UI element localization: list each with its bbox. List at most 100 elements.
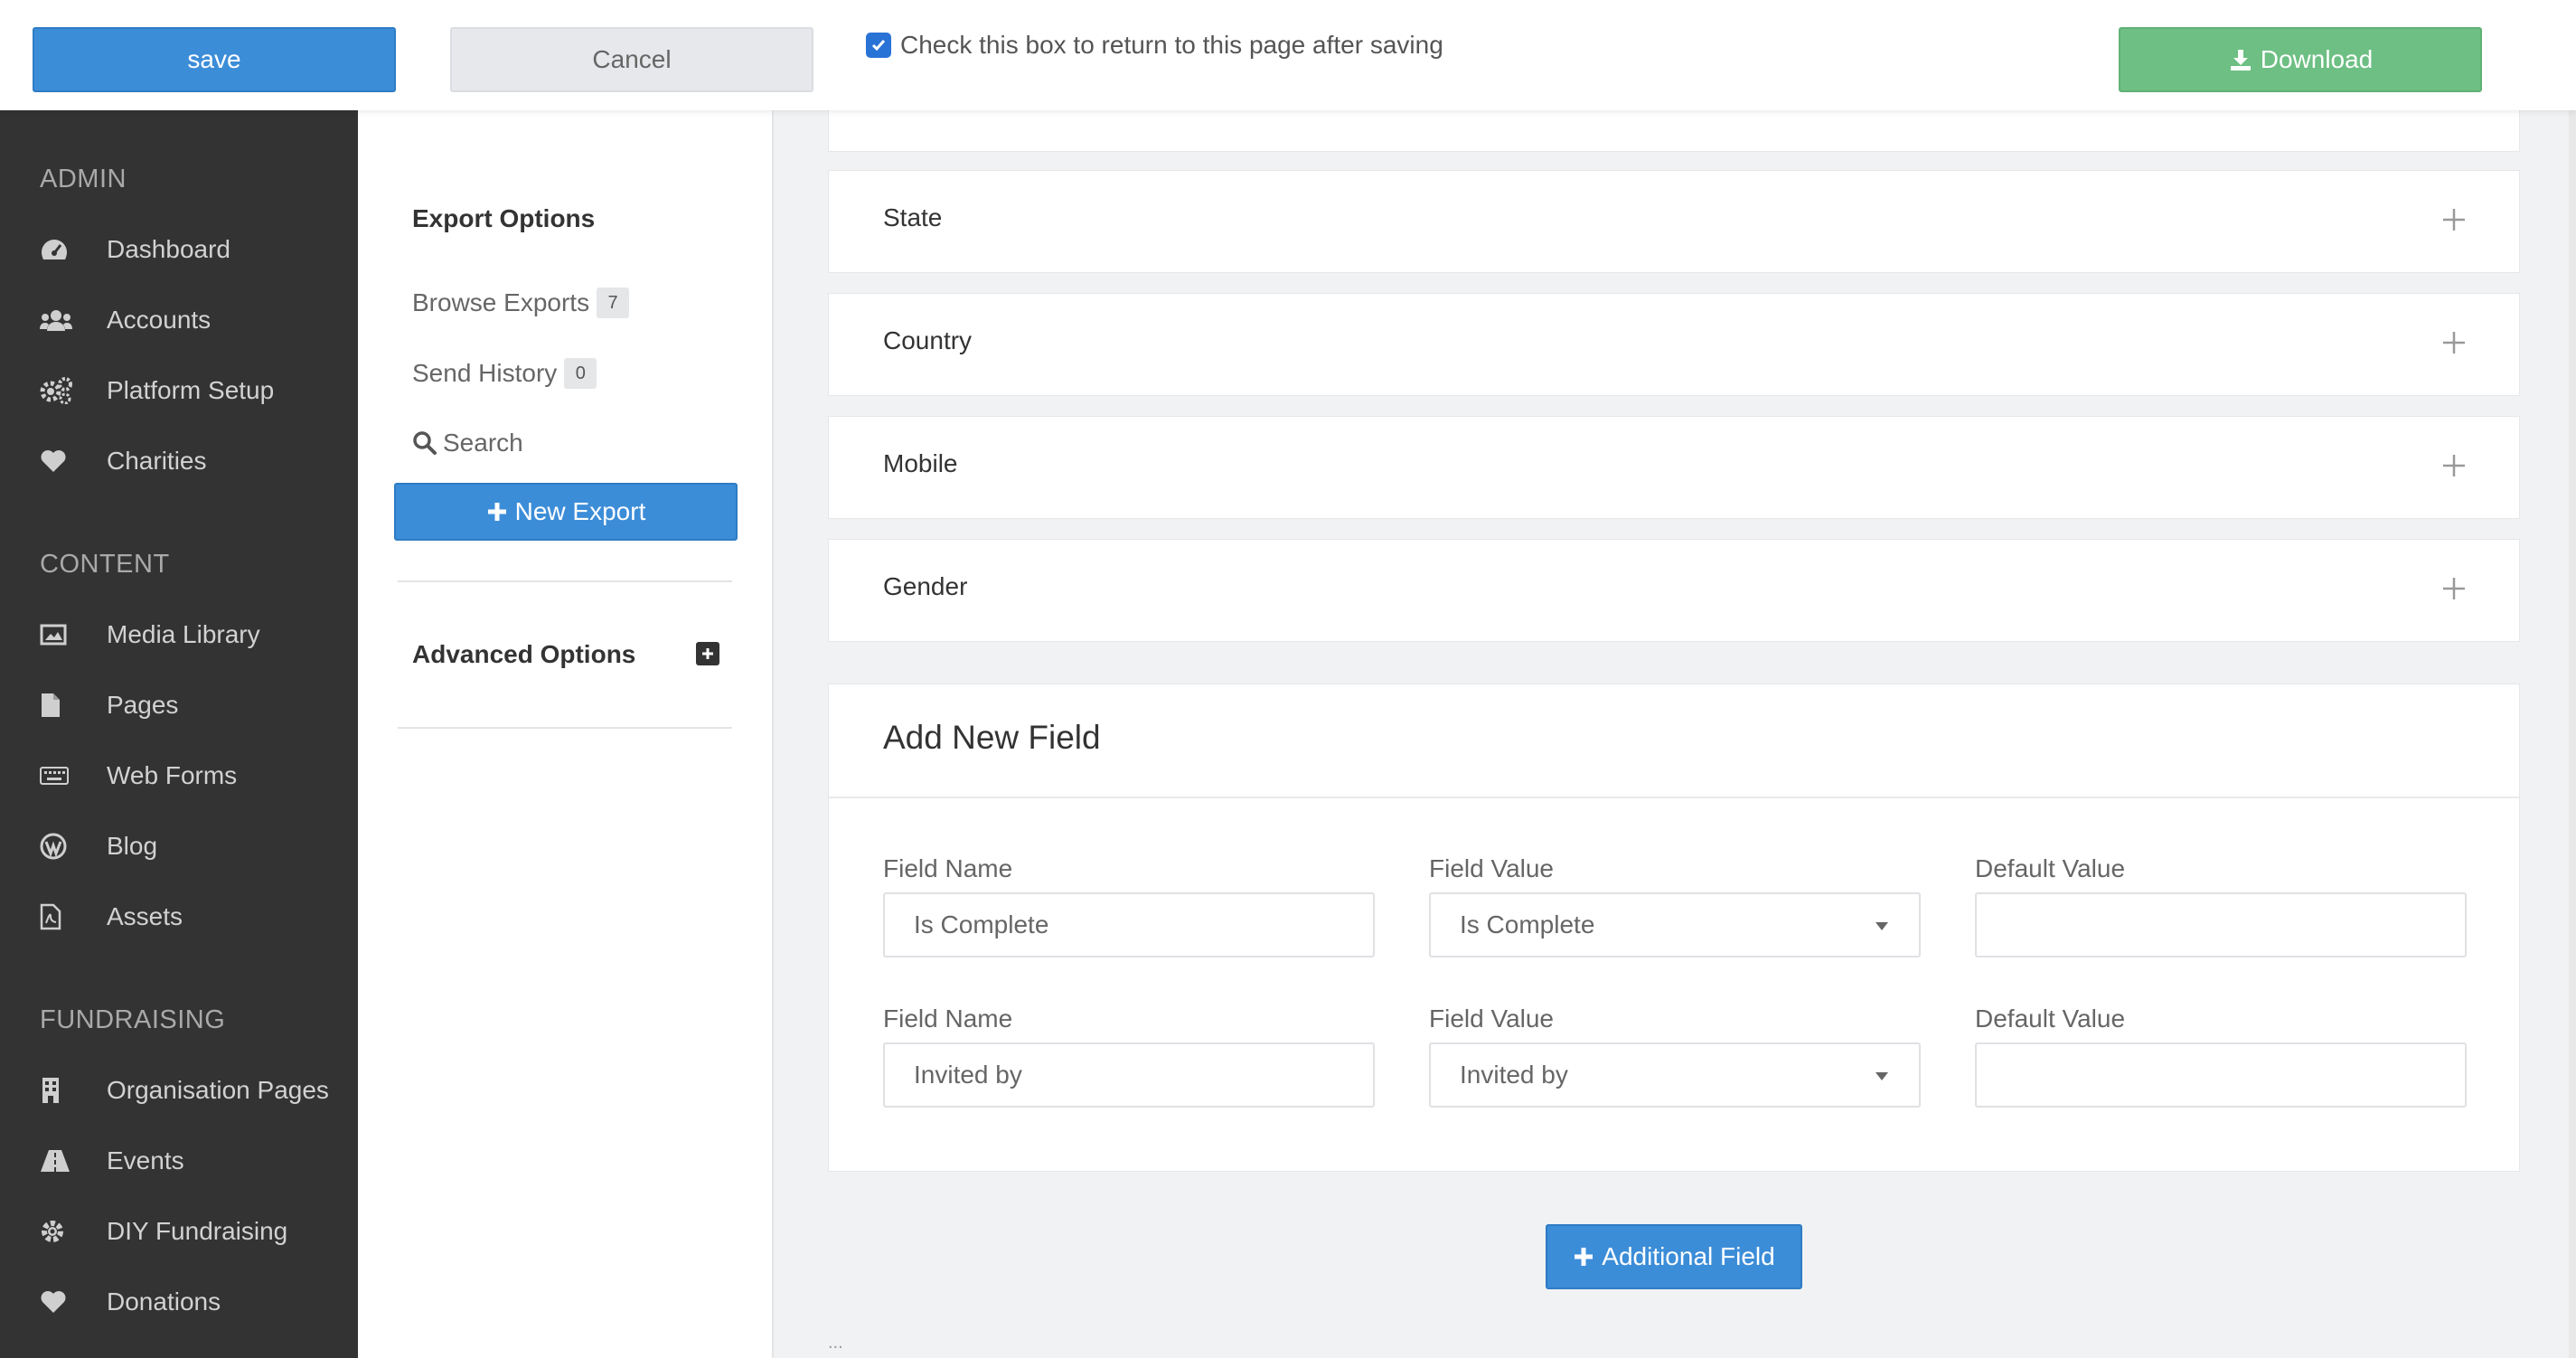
additional-field-label: Additional Field — [1602, 1242, 1775, 1270]
caret-down-icon — [1876, 922, 1888, 930]
sidebar-item-diy-fundraising[interactable]: DIY Fundraising — [40, 1213, 287, 1250]
sidebar-item-label: Organisation Pages — [107, 1076, 329, 1104]
admin-sidebar: ADMIN Dashboard Accounts Platform Setup … — [0, 110, 358, 1358]
browse-exports-count-badge: 7 — [597, 288, 630, 318]
browse-exports-link[interactable]: Browse Exports 7 — [412, 288, 630, 318]
accordion-item-label: Gender — [883, 572, 968, 600]
accordion-item-state[interactable]: State — [828, 170, 2520, 273]
field-name-value: Is Complete — [914, 910, 1049, 938]
cancel-button[interactable]: Cancel — [450, 27, 813, 92]
users-icon — [40, 310, 72, 331]
top-action-bar: save Cancel Check this box to return to … — [0, 0, 2576, 110]
sidebar-item-accounts[interactable]: Accounts — [40, 302, 211, 338]
download-button-label: Download — [2260, 45, 2374, 73]
export-options-title: Export Options — [412, 204, 596, 232]
expand-advanced-options-icon[interactable] — [696, 642, 719, 665]
sidebar-item-organisation-pages[interactable]: Organisation Pages — [40, 1072, 329, 1108]
cancel-button-label: Cancel — [592, 45, 672, 73]
building-icon — [42, 1078, 59, 1103]
field-name-input[interactable]: Invited by — [883, 1042, 1375, 1108]
sidebar-item-events[interactable]: Events — [40, 1143, 184, 1179]
additional-field-button[interactable]: Additional Field — [1546, 1224, 1802, 1289]
advanced-options-title: Advanced Options — [412, 640, 636, 668]
sidebar-item-dashboard[interactable]: Dashboard — [40, 231, 230, 268]
gear-icon — [42, 1221, 63, 1242]
heart-icon — [41, 450, 66, 472]
return-after-save-checkbox[interactable]: Check this box to return to this page af… — [866, 31, 1443, 60]
field-value-selected: Invited by — [1460, 1061, 1568, 1089]
sidebar-item-label: Blog — [107, 832, 158, 860]
sidebar-item-blog[interactable]: Blog — [40, 828, 157, 864]
field-value-label: Field Value — [1429, 854, 1555, 882]
plus-icon — [1575, 1248, 1594, 1266]
default-value-label: Default Value — [1975, 1004, 2126, 1033]
sidebar-item-assets[interactable]: Assets — [40, 899, 183, 935]
accordion-item-label: Mobile — [883, 449, 958, 477]
field-value-select[interactable]: Invited by — [1429, 1042, 1921, 1108]
download-button[interactable]: Download — [2119, 27, 2482, 92]
footer-dots: ... — [828, 1333, 843, 1353]
accordion-item-country[interactable]: Country — [828, 293, 2520, 396]
default-value-input[interactable] — [1975, 1042, 2467, 1108]
dashboard-icon — [42, 240, 67, 259]
save-button[interactable]: save — [33, 27, 396, 92]
send-history-count-badge: 0 — [564, 358, 597, 389]
page-scrollbar[interactable] — [2569, 110, 2576, 1358]
sidebar-item-platform-setup[interactable]: Platform Setup — [40, 373, 274, 409]
plus-icon[interactable] — [2441, 576, 2467, 601]
add-new-field-panel: Add New Field Field Name Is Complete Fie… — [828, 684, 2520, 1172]
sidebar-item-web-forms[interactable]: Web Forms — [40, 758, 237, 794]
sidebar-item-pages[interactable]: Pages — [40, 687, 178, 723]
plus-icon[interactable] — [2441, 453, 2467, 478]
send-history-label: Send History — [412, 359, 558, 387]
accordion-item-label: Country — [883, 326, 973, 354]
accordion-item-mobile[interactable]: Mobile — [828, 416, 2520, 519]
divider — [398, 580, 732, 582]
sidebar-item-label: Charities — [107, 447, 207, 475]
file-pdf-icon — [40, 903, 61, 930]
keyboard-icon — [40, 767, 69, 785]
default-value-input[interactable] — [1975, 892, 2467, 957]
accordion-item-partial — [828, 110, 2520, 152]
sidebar-item-label: Dashboard — [107, 235, 230, 263]
sidebar-item-label: Accounts — [107, 306, 212, 334]
field-name-label: Field Name — [883, 1004, 1013, 1033]
sidebar-item-label: DIY Fundraising — [107, 1217, 288, 1245]
save-button-label: save — [187, 45, 241, 73]
sidebar-item-charities[interactable]: Charities — [40, 443, 206, 479]
gears-icon — [40, 377, 72, 404]
sidebar-item-label: Platform Setup — [107, 376, 275, 404]
sidebar-item-label: Events — [107, 1146, 184, 1174]
file-icon — [42, 693, 60, 717]
download-icon — [2230, 50, 2251, 71]
field-name-input[interactable]: Is Complete — [883, 892, 1375, 957]
sidebar-item-label: Pages — [107, 691, 179, 719]
sidebar-item-donations[interactable]: Donations — [40, 1284, 221, 1320]
search-icon — [413, 431, 437, 455]
sidebar-item-media-library[interactable]: Media Library — [40, 617, 260, 653]
heart-icon — [41, 1291, 66, 1313]
export-options-panel: Export Options Browse Exports 7 Send His… — [358, 110, 774, 1358]
default-value-label: Default Value — [1975, 854, 2126, 882]
road-icon — [41, 1150, 70, 1172]
sidebar-item-label: Media Library — [107, 620, 260, 648]
accordion-item-gender[interactable]: Gender — [828, 539, 2520, 642]
search-link[interactable]: Search — [412, 429, 523, 457]
field-value-label: Field Value — [1429, 1004, 1555, 1033]
main-content: State Country Mobile Gender Add New Fiel… — [774, 110, 2576, 1358]
plus-icon[interactable] — [2441, 330, 2467, 355]
field-value-select[interactable]: Is Complete — [1429, 892, 1921, 957]
divider — [829, 797, 2519, 798]
new-export-button[interactable]: New Export — [394, 483, 738, 541]
plus-icon[interactable] — [2441, 207, 2467, 232]
new-export-label: New Export — [514, 497, 646, 525]
wordpress-icon — [40, 833, 67, 860]
search-label: Search — [443, 429, 523, 457]
sidebar-item-label: Assets — [107, 902, 183, 930]
send-history-link[interactable]: Send History 0 — [412, 358, 597, 389]
sidebar-item-label: Web Forms — [107, 761, 238, 789]
checkbox-checked-icon[interactable] — [866, 33, 891, 58]
field-value-selected: Is Complete — [1460, 910, 1595, 938]
sidebar-item-label: Donations — [107, 1287, 221, 1316]
caret-down-icon — [1876, 1072, 1888, 1080]
